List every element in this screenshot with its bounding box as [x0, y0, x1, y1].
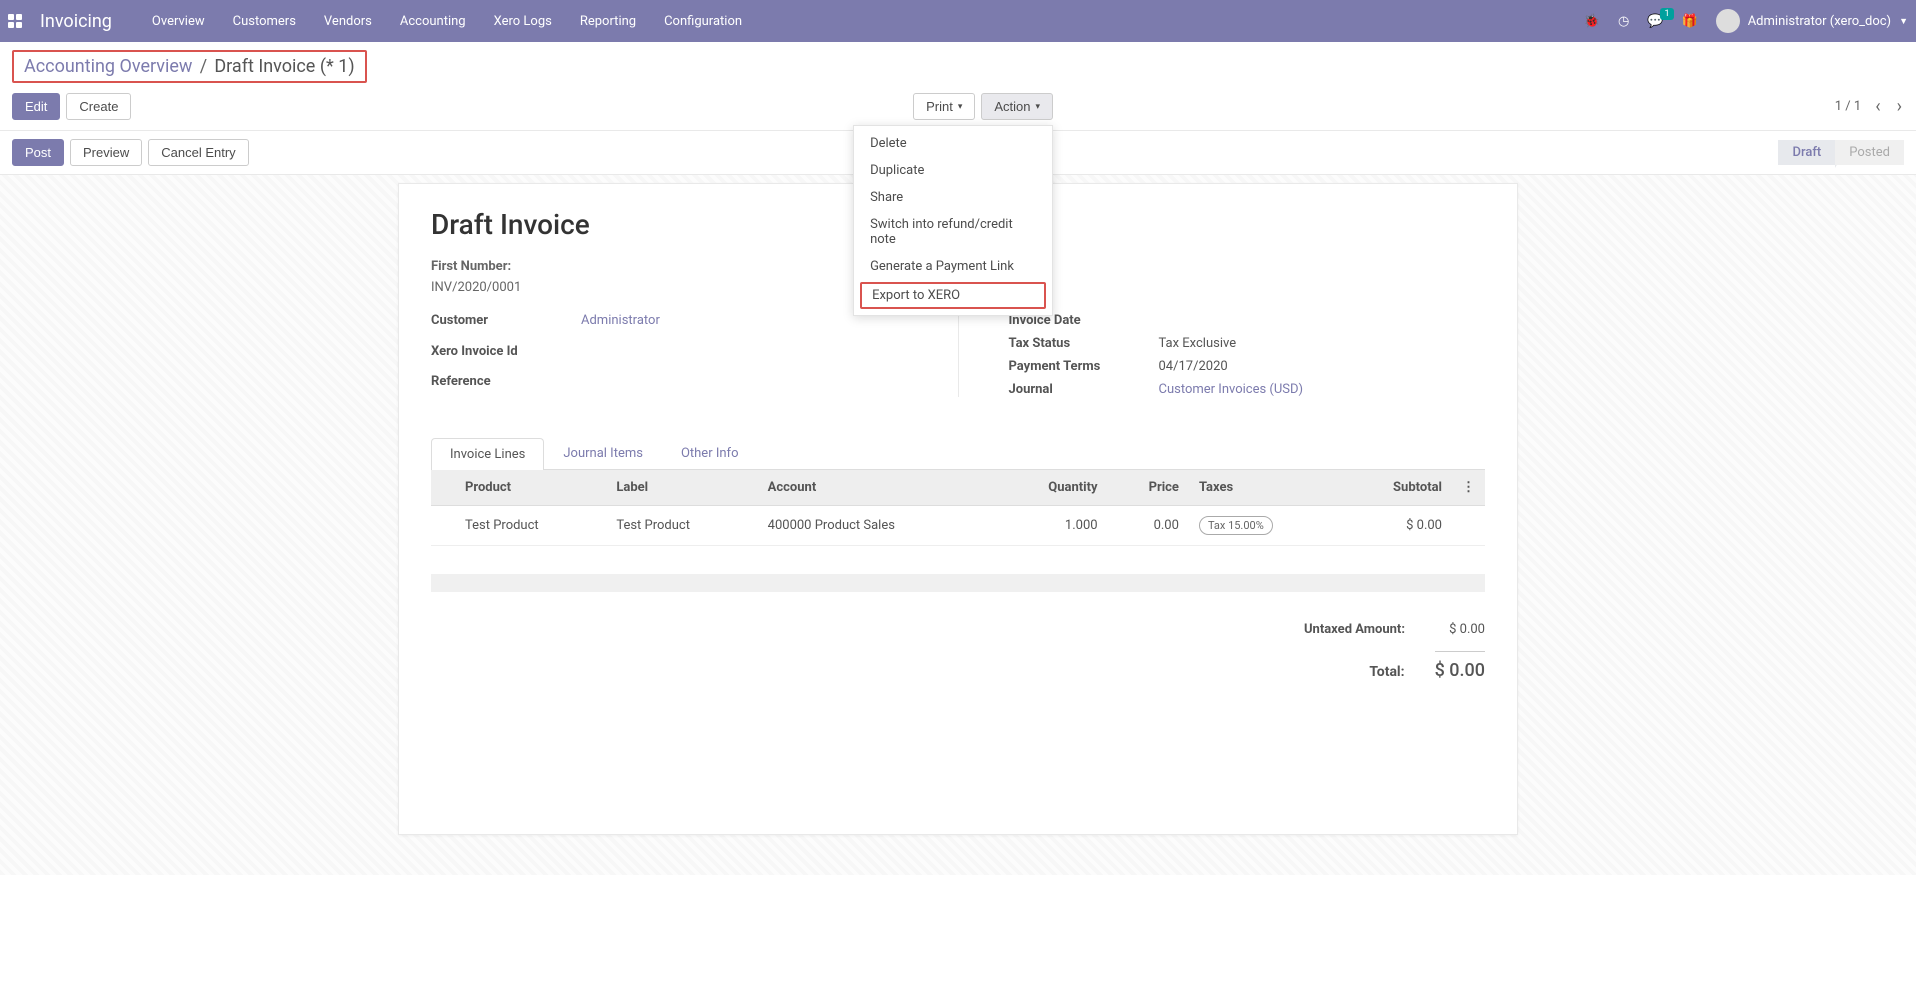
- print-dropdown[interactable]: Print ▾: [913, 93, 975, 120]
- col-account: Account: [758, 470, 996, 506]
- payment-terms-label: Payment Terms: [1009, 359, 1159, 374]
- tax-pill: Tax 15.00%: [1199, 516, 1273, 535]
- apps-icon[interactable]: [8, 14, 22, 28]
- total-value: $ 0.00: [1435, 651, 1485, 681]
- caret-down-icon: ▼: [1899, 16, 1908, 27]
- menu-reporting[interactable]: Reporting: [580, 14, 636, 29]
- gift-icon[interactable]: 🎁: [1682, 14, 1698, 29]
- table-row[interactable]: Test Product Test Product 400000 Product…: [431, 506, 1485, 546]
- action-menu: Delete Duplicate Share Switch into refun…: [853, 125, 1053, 316]
- main-menus: Overview Customers Vendors Accounting Xe…: [152, 14, 1584, 29]
- pager: 1 / 1 ‹ ›: [1835, 96, 1904, 117]
- tab-invoice-lines[interactable]: Invoice Lines: [431, 438, 544, 470]
- left-fields: Customer Administrator Xero Invoice Id R…: [431, 313, 908, 397]
- pager-next-icon[interactable]: ›: [1895, 96, 1904, 117]
- journal-link[interactable]: Customer Invoices (USD): [1159, 382, 1304, 397]
- row-handle[interactable]: [431, 506, 455, 546]
- cell-label: Test Product: [606, 506, 757, 546]
- menu-configuration[interactable]: Configuration: [664, 14, 742, 29]
- cell-qty: 1.000: [996, 506, 1108, 546]
- tax-status-label: Tax Status: [1009, 336, 1159, 351]
- breadcrumb-parent[interactable]: Accounting Overview: [24, 56, 192, 77]
- create-button[interactable]: Create: [66, 93, 131, 120]
- tax-status-value: Tax Exclusive: [1159, 336, 1486, 351]
- clock-icon[interactable]: ◷: [1618, 14, 1629, 29]
- avatar-icon: [1716, 9, 1740, 33]
- tab-other-info[interactable]: Other Info: [662, 437, 758, 469]
- menu-accounting[interactable]: Accounting: [400, 14, 466, 29]
- caret-down-icon: ▾: [958, 101, 963, 112]
- top-nav: Invoicing Overview Customers Vendors Acc…: [0, 0, 1916, 42]
- untaxed-value: $ 0.00: [1435, 622, 1485, 637]
- post-button[interactable]: Post: [12, 139, 64, 166]
- action-share[interactable]: Share: [854, 184, 1052, 211]
- untaxed-label: Untaxed Amount:: [1304, 622, 1405, 637]
- breadcrumb-current: Draft Invoice (* 1): [214, 56, 354, 77]
- cell-subtotal: $ 0.00: [1341, 506, 1453, 546]
- cell-price: 0.00: [1108, 506, 1189, 546]
- action-label: Action: [994, 99, 1030, 114]
- user-menu[interactable]: Administrator (xero_doc) ▼: [1716, 9, 1908, 33]
- xero-id-label: Xero Invoice Id: [431, 344, 581, 359]
- menu-overview[interactable]: Overview: [152, 14, 205, 29]
- pager-text: 1 / 1: [1835, 99, 1861, 114]
- reference-label: Reference: [431, 374, 581, 389]
- cell-taxes: Tax 15.00%: [1189, 506, 1341, 546]
- print-label: Print: [926, 99, 953, 114]
- edit-button[interactable]: Edit: [12, 93, 60, 120]
- stage-draft[interactable]: Draft: [1778, 140, 1835, 165]
- menu-vendors[interactable]: Vendors: [324, 14, 372, 29]
- col-options-icon[interactable]: ⋮: [1452, 470, 1485, 506]
- breadcrumb-row: Accounting Overview / Draft Invoice (* 1…: [0, 42, 1916, 87]
- payment-terms-value: 04/17/2020: [1159, 359, 1486, 374]
- debug-icon[interactable]: 🐞: [1584, 14, 1600, 29]
- brand[interactable]: Invoicing: [40, 11, 112, 32]
- journal-label: Journal: [1009, 382, 1159, 397]
- cell-empty: [1452, 506, 1485, 546]
- customer-label: Customer: [431, 313, 581, 328]
- col-subtotal: Subtotal: [1341, 470, 1453, 506]
- cell-product: Test Product: [455, 506, 606, 546]
- right-fields: Invoice Date Tax Status Tax Exclusive Pa…: [1009, 313, 1486, 397]
- action-duplicate[interactable]: Duplicate: [854, 157, 1052, 184]
- control-panel: Edit Create Print▾ Action▾ Delete Duplic…: [0, 87, 1916, 130]
- col-handle: [431, 470, 455, 506]
- breadcrumb: Accounting Overview / Draft Invoice (* 1…: [12, 50, 367, 83]
- caret-down-icon: ▾: [1036, 101, 1041, 112]
- action-delete[interactable]: Delete: [854, 130, 1052, 157]
- menu-xero-logs[interactable]: Xero Logs: [494, 14, 552, 29]
- messages-icon[interactable]: 💬1: [1647, 14, 1663, 29]
- user-name: Administrator (xero_doc): [1748, 14, 1891, 29]
- col-label: Label: [606, 470, 757, 506]
- col-taxes: Taxes: [1189, 470, 1341, 506]
- messages-badge: 1: [1660, 8, 1673, 20]
- table-footer-bar: [431, 574, 1485, 592]
- action-refund[interactable]: Switch into refund/credit note: [854, 211, 1052, 253]
- col-price: Price: [1108, 470, 1189, 506]
- col-product: Product: [455, 470, 606, 506]
- action-payment-link[interactable]: Generate a Payment Link: [854, 253, 1052, 280]
- tab-journal-items[interactable]: Journal Items: [544, 437, 662, 469]
- total-label: Total:: [1369, 664, 1404, 680]
- action-dropdown[interactable]: Action ▾: [981, 93, 1053, 120]
- customer-link[interactable]: Administrator: [581, 313, 660, 328]
- cancel-entry-button[interactable]: Cancel Entry: [148, 139, 248, 166]
- tabs: Invoice Lines Journal Items Other Info: [431, 437, 1485, 470]
- pager-prev-icon[interactable]: ‹: [1873, 96, 1882, 117]
- stage-posted[interactable]: Posted: [1835, 140, 1904, 165]
- cell-account: 400000 Product Sales: [758, 506, 996, 546]
- preview-button[interactable]: Preview: [70, 139, 142, 166]
- lines-table: Product Label Account Quantity Price Tax…: [431, 470, 1485, 546]
- menu-customers[interactable]: Customers: [233, 14, 296, 29]
- totals: Untaxed Amount: $ 0.00 Total: $ 0.00: [431, 622, 1485, 681]
- column-separator: [958, 313, 959, 397]
- breadcrumb-sep: /: [196, 56, 211, 77]
- col-quantity: Quantity: [996, 470, 1108, 506]
- action-export-xero[interactable]: Export to XERO: [860, 282, 1046, 309]
